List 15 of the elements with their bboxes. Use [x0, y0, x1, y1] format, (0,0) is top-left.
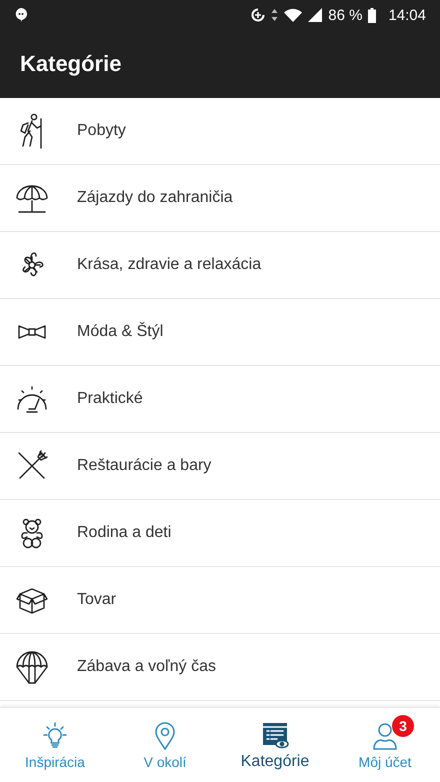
nav-tab[interactable]: Inšpirácia — [0, 708, 110, 782]
nav-tab[interactable]: V okolí — [110, 708, 220, 782]
chat-bubble-icon — [14, 7, 28, 23]
data-arrows-icon — [271, 8, 278, 22]
battery-icon — [368, 8, 376, 22]
clock: 14:04 — [388, 6, 426, 24]
wifi-icon — [284, 8, 302, 22]
parachute-icon — [14, 649, 50, 685]
screen-title: Kategórie — [20, 51, 122, 77]
signal-icon — [308, 8, 322, 22]
data-saver-icon — [251, 8, 266, 22]
nav-tab[interactable]: Kategórie — [220, 708, 330, 782]
battery-percentage: 86 % — [328, 6, 362, 24]
notification-badge: 3 — [392, 714, 414, 736]
nav-tab[interactable]: 3 Môj účet — [330, 708, 440, 782]
